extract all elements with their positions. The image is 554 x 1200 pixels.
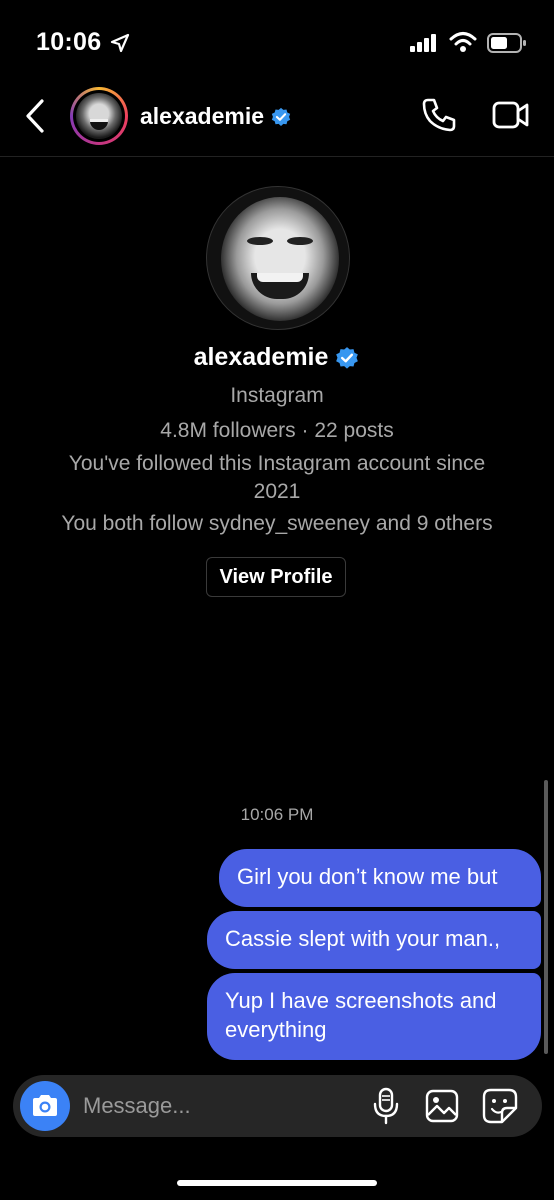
sticker-icon[interactable]	[482, 1088, 518, 1124]
scrollbar[interactable]	[544, 780, 548, 1054]
message-input[interactable]: Message...	[83, 1093, 191, 1119]
header-username: alexademie	[140, 103, 265, 129]
message-timestamp: 10:06 PM	[240, 805, 314, 824]
profile-name: alexademie	[193, 343, 329, 371]
camera-button[interactable]	[20, 1081, 70, 1131]
cellular-signal-icon	[410, 34, 436, 52]
follow-since-year: 2021	[253, 480, 301, 503]
status-time: 10:06	[36, 28, 102, 56]
message-composer: Message...	[13, 1075, 542, 1137]
mutual-followers: You both follow sydney_sweeney and 9 oth…	[61, 512, 493, 535]
camera-icon	[33, 1095, 57, 1116]
message-bubble[interactable]: Yup I have screenshots and everything	[207, 973, 541, 1060]
profile-name-row: alexademie	[0, 343, 554, 372]
verified-badge-icon	[336, 346, 359, 369]
header-avatar[interactable]	[70, 87, 128, 145]
gallery-icon[interactable]	[425, 1089, 459, 1123]
header-divider	[0, 156, 554, 157]
video-call-icon[interactable]	[492, 99, 530, 131]
view-profile-button[interactable]: View Profile	[206, 557, 346, 597]
profile-stats: 4.8M followers · 22 posts	[160, 419, 394, 442]
wifi-icon	[449, 32, 477, 52]
avatar-photo	[76, 93, 122, 139]
header-username-row[interactable]: alexademie	[140, 103, 292, 130]
follow-since-text: You've followed this Instagram account s…	[68, 452, 486, 475]
back-chevron-icon[interactable]	[22, 98, 48, 134]
message-bubble[interactable]: Girl you don’t know me but	[219, 849, 541, 907]
verified-badge-icon	[271, 107, 291, 126]
message-bubble[interactable]: Cassie slept with your man.,	[207, 911, 541, 969]
microphone-icon[interactable]	[370, 1087, 402, 1125]
profile-avatar[interactable]	[206, 186, 350, 330]
home-indicator[interactable]	[177, 1180, 377, 1186]
phone-call-icon[interactable]	[420, 96, 458, 134]
profile-platform: Instagram	[230, 384, 324, 407]
location-arrow-icon	[110, 33, 130, 53]
battery-icon	[487, 33, 526, 53]
